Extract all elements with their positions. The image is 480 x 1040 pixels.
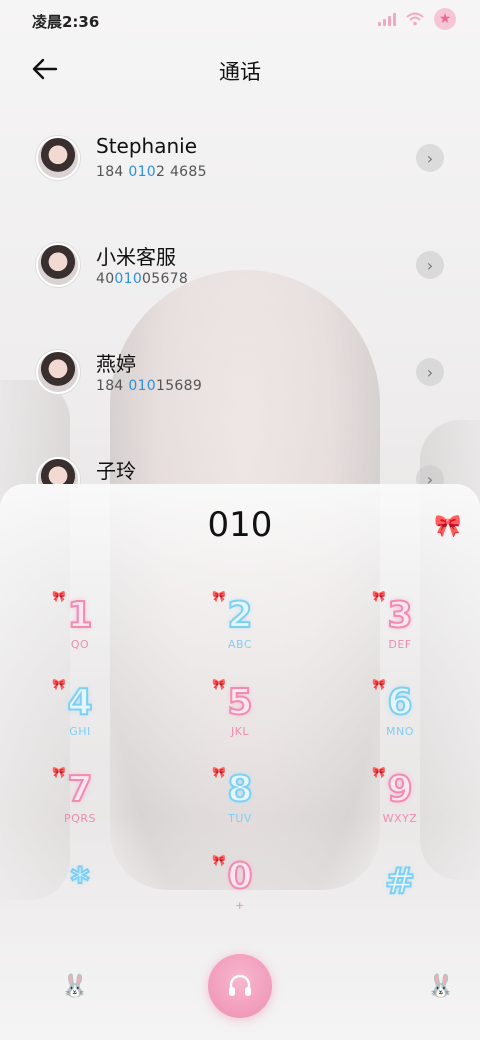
contact-number: 184 0102 4685 xyxy=(96,164,207,180)
page-title: 通话 xyxy=(219,60,261,84)
bow-icon: 🎀 xyxy=(212,766,226,779)
header: 通话 xyxy=(0,48,480,92)
bow-icon: 🎀 xyxy=(212,678,226,691)
bow-icon: 🎀 xyxy=(212,854,226,867)
battery-star-icon: ★ xyxy=(434,8,456,30)
key-7[interactable]: 7 PQRS xyxy=(40,769,120,844)
wifi-icon xyxy=(406,12,424,26)
contact-name: 子玲 xyxy=(96,459,136,483)
contact-name: 燕婷 xyxy=(96,352,136,376)
avatar xyxy=(36,136,80,180)
bow-icon: 🎀 xyxy=(372,590,386,603)
key-3[interactable]: 3 DEF xyxy=(360,595,440,670)
key-star[interactable]: * xyxy=(40,861,120,936)
bow-icon: 🎀 xyxy=(434,514,462,539)
key-6[interactable]: 6 MNO xyxy=(360,682,440,757)
contact-row[interactable]: Stephanie 184 0102 4685 › xyxy=(0,118,480,202)
call-button[interactable] xyxy=(208,954,272,1018)
status-bar: 凌晨2:36 ★ xyxy=(0,0,480,40)
status-icons: ★ xyxy=(378,8,456,30)
bunny-icon[interactable]: 🐰 xyxy=(426,974,456,1004)
key-4[interactable]: 4 GHI xyxy=(40,682,120,757)
bunny-icon[interactable]: 🐰 xyxy=(60,974,90,1004)
headset-icon xyxy=(229,974,251,996)
chevron-right-icon[interactable]: › xyxy=(416,465,444,484)
dialed-number[interactable]: 010 xyxy=(0,505,480,545)
contact-row[interactable]: 子玲 › xyxy=(0,439,480,484)
key-hash[interactable]: # xyxy=(360,861,440,936)
chevron-right-icon[interactable]: › xyxy=(416,144,444,172)
chevron-right-icon[interactable]: › xyxy=(416,358,444,386)
contact-number: 184 01015689 xyxy=(96,378,203,394)
chevron-right-icon[interactable]: › xyxy=(416,251,444,279)
contact-name: 小米客服 xyxy=(96,245,176,269)
contact-row[interactable]: 燕婷 184 01015689 › xyxy=(0,332,480,416)
contact-number: 4001005678 xyxy=(96,271,189,287)
key-2[interactable]: 2 ABC xyxy=(200,595,280,670)
bow-icon: 🎀 xyxy=(212,590,226,603)
contact-row[interactable]: 小米客服 4001005678 › xyxy=(0,225,480,309)
key-1[interactable]: 1 QO xyxy=(40,595,120,670)
bow-icon: 🎀 xyxy=(52,766,66,779)
bow-icon: 🎀 xyxy=(372,766,386,779)
bow-icon: 🎀 xyxy=(52,590,66,603)
status-time: 凌晨2:36 xyxy=(32,13,100,31)
avatar xyxy=(36,243,80,287)
signal-icon xyxy=(378,12,396,26)
key-5[interactable]: 5 JKL xyxy=(200,682,280,757)
key-0[interactable]: 0 + xyxy=(200,856,280,931)
bow-icon: 🎀 xyxy=(52,678,66,691)
key-8[interactable]: 8 TUV xyxy=(200,769,280,844)
contact-name: Stephanie xyxy=(96,134,198,158)
avatar xyxy=(36,457,80,484)
bow-icon: 🎀 xyxy=(372,678,386,691)
key-9[interactable]: 9 WXYZ xyxy=(360,769,440,844)
avatar xyxy=(36,350,80,394)
